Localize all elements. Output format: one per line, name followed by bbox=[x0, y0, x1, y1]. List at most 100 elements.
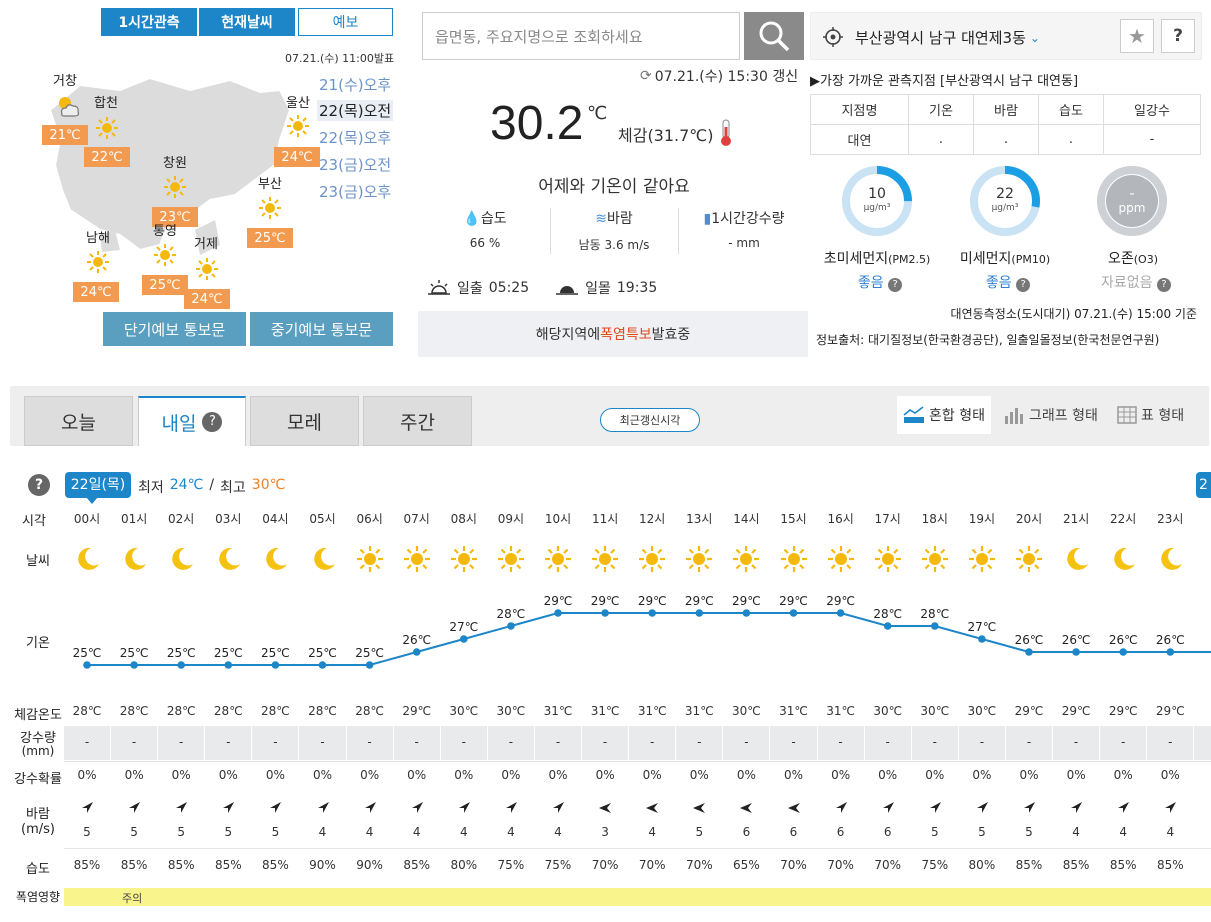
location-selector[interactable]: 부산광역시 남구 대연제3동 ⌄ bbox=[855, 27, 1040, 48]
time-option-21pm[interactable]: 21(수)오후 bbox=[319, 74, 391, 95]
alert-heatwave: 폭염 bbox=[600, 327, 626, 343]
sun-icon bbox=[259, 197, 281, 219]
humidity-label: 습도 bbox=[480, 211, 507, 227]
tab-today[interactable]: 오늘 bbox=[24, 396, 133, 446]
favorite-star-button[interactable]: ★ bbox=[1120, 19, 1154, 53]
sun-icon bbox=[403, 545, 431, 577]
time-option-23am[interactable]: 23(금)오전 bbox=[319, 154, 391, 175]
gps-target-icon[interactable] bbox=[823, 27, 843, 47]
feels-cell: 31℃ bbox=[590, 704, 620, 718]
sunrise-sunset: 일출 05:25 일몰 19:35 bbox=[427, 278, 657, 298]
hour-cell: 01시 bbox=[120, 512, 148, 526]
rain-cell: - bbox=[414, 735, 419, 749]
rain-cell: - bbox=[226, 735, 231, 749]
moon-icon bbox=[309, 545, 337, 577]
pop-cell: 0% bbox=[265, 768, 285, 782]
help-icon[interactable]: ? bbox=[888, 278, 903, 292]
feels-cell: 28℃ bbox=[355, 704, 384, 718]
tab-tomorrow[interactable]: 내일 ? bbox=[138, 396, 246, 446]
day-badge: 22일(목) bbox=[65, 472, 131, 498]
wind-direction-icon bbox=[1115, 800, 1131, 820]
tab-current-weather[interactable]: 현재날씨 bbox=[199, 8, 295, 36]
tab-day-after[interactable]: 모레 bbox=[250, 396, 359, 446]
humidity-cell: 85% bbox=[120, 858, 148, 872]
divider bbox=[550, 208, 551, 254]
tab-forecast[interactable]: 예보 bbox=[298, 8, 393, 36]
view-table-button[interactable]: 표 형태 bbox=[1111, 396, 1190, 434]
temp-point bbox=[83, 661, 91, 669]
moon-icon bbox=[1109, 545, 1137, 577]
obs-value-temp: . bbox=[908, 124, 974, 155]
hour-cell: 09시 bbox=[497, 512, 525, 526]
humidity-cell: 75% bbox=[544, 858, 572, 872]
rain-cell: - bbox=[791, 735, 796, 749]
time-option-22pm[interactable]: 22(목)오후 bbox=[319, 127, 391, 148]
pop-cell: 0% bbox=[878, 768, 898, 782]
wind-direction-icon bbox=[503, 800, 519, 820]
rain-cell: - bbox=[1073, 735, 1079, 749]
star-icon: ★ bbox=[1128, 24, 1146, 48]
max-temp: 30℃ bbox=[251, 477, 286, 493]
o3-level: 자료없음 ? bbox=[1086, 272, 1186, 292]
view-mixed-button[interactable]: 혼합 형태 bbox=[897, 396, 991, 434]
search-input[interactable]: 읍면동, 주요지명으로 조회하세요 bbox=[422, 12, 740, 60]
tab-weekly[interactable]: 주간 bbox=[363, 396, 472, 446]
tab-hourly-observation[interactable]: 1시간관측 bbox=[101, 8, 197, 36]
pm10-level: 좋음 ? bbox=[968, 272, 1048, 292]
rain-cell: - bbox=[697, 735, 702, 749]
view-graph-button[interactable]: 그래프 형태 bbox=[997, 396, 1104, 434]
help-icon[interactable]: ? bbox=[28, 474, 50, 496]
row-label-pop: 강수확률 bbox=[14, 772, 62, 787]
wind-direction-icon bbox=[550, 800, 566, 820]
temp-label: 25℃ bbox=[167, 646, 196, 660]
min-label: 최저 bbox=[138, 480, 164, 496]
temp-label: 28℃ bbox=[497, 607, 526, 621]
temp-label: 29℃ bbox=[779, 594, 808, 608]
wind-speed-cell: 4 bbox=[1119, 825, 1127, 839]
rain-cell: - bbox=[320, 735, 325, 749]
temp-point bbox=[318, 661, 327, 669]
moon-icon bbox=[261, 545, 289, 577]
refresh-icon[interactable]: ⟳ bbox=[640, 68, 652, 84]
city-temp-ulsan: 24℃ bbox=[274, 147, 320, 167]
feels-cell: 31℃ bbox=[779, 704, 808, 718]
hour-cell: 21시 bbox=[1062, 512, 1090, 526]
time-option-22am-selected[interactable]: 22(목)오전 bbox=[317, 100, 394, 121]
help-icon[interactable]: ? bbox=[1156, 278, 1171, 292]
sunset-time: 19:35 bbox=[616, 280, 658, 296]
latest-update-button[interactable]: 최근갱신시각 bbox=[600, 408, 700, 432]
pop-cell: 0% bbox=[972, 768, 992, 782]
hour-cell: 22시 bbox=[1110, 512, 1137, 526]
next-day-badge[interactable]: 2 bbox=[1196, 472, 1211, 498]
help-icon[interactable]: ? bbox=[202, 412, 223, 432]
help-icon[interactable]: ? bbox=[1016, 278, 1031, 292]
temp-point bbox=[1166, 648, 1175, 656]
nearest-station: ▶가장 가까운 관측지점 [부산광역시 남구 대연동] bbox=[810, 74, 1079, 89]
rain-cell: - bbox=[650, 735, 655, 749]
wind-direction-icon bbox=[597, 800, 613, 820]
humidity-cell: 85% bbox=[1156, 858, 1184, 872]
sunset-label: 일몰 bbox=[585, 281, 611, 297]
humidity-cell: 85% bbox=[1062, 858, 1090, 872]
pm10-label: 미세먼지(PM10) bbox=[940, 248, 1070, 268]
hour-cell: 17시 bbox=[874, 512, 901, 526]
time-option-23pm[interactable]: 23(금)오후 bbox=[319, 181, 391, 202]
rain-block: ▮1시간강수량 - mm bbox=[680, 208, 808, 250]
moon-icon bbox=[214, 545, 242, 577]
short-term-bulletin-button[interactable]: 단기예보 통보문 bbox=[103, 312, 246, 346]
search-button[interactable] bbox=[744, 12, 804, 60]
view-graph-label: 그래프 형태 bbox=[1029, 408, 1098, 424]
mid-term-bulletin-button[interactable]: 중기예보 통보문 bbox=[250, 312, 393, 346]
rain-label: 1시간강수량 bbox=[711, 211, 785, 227]
temp-label: 26℃ bbox=[1156, 633, 1185, 647]
heat-impact-value: 주의 bbox=[122, 892, 143, 905]
pop-cell: 0% bbox=[689, 768, 709, 782]
heat-alert-banner[interactable]: 해당지역에 폭염 특보 발효중 bbox=[418, 311, 808, 357]
obs-header-rain: 일강수 bbox=[1103, 94, 1201, 125]
pm25-label-text: 초미세먼지 bbox=[823, 251, 889, 267]
feels-cell: 30℃ bbox=[496, 704, 526, 718]
rain-cell: - bbox=[979, 735, 985, 749]
hour-cell: 12시 bbox=[639, 512, 666, 526]
help-button[interactable]: ? bbox=[1161, 19, 1195, 53]
city-temp-namhae: 24℃ bbox=[73, 282, 119, 302]
